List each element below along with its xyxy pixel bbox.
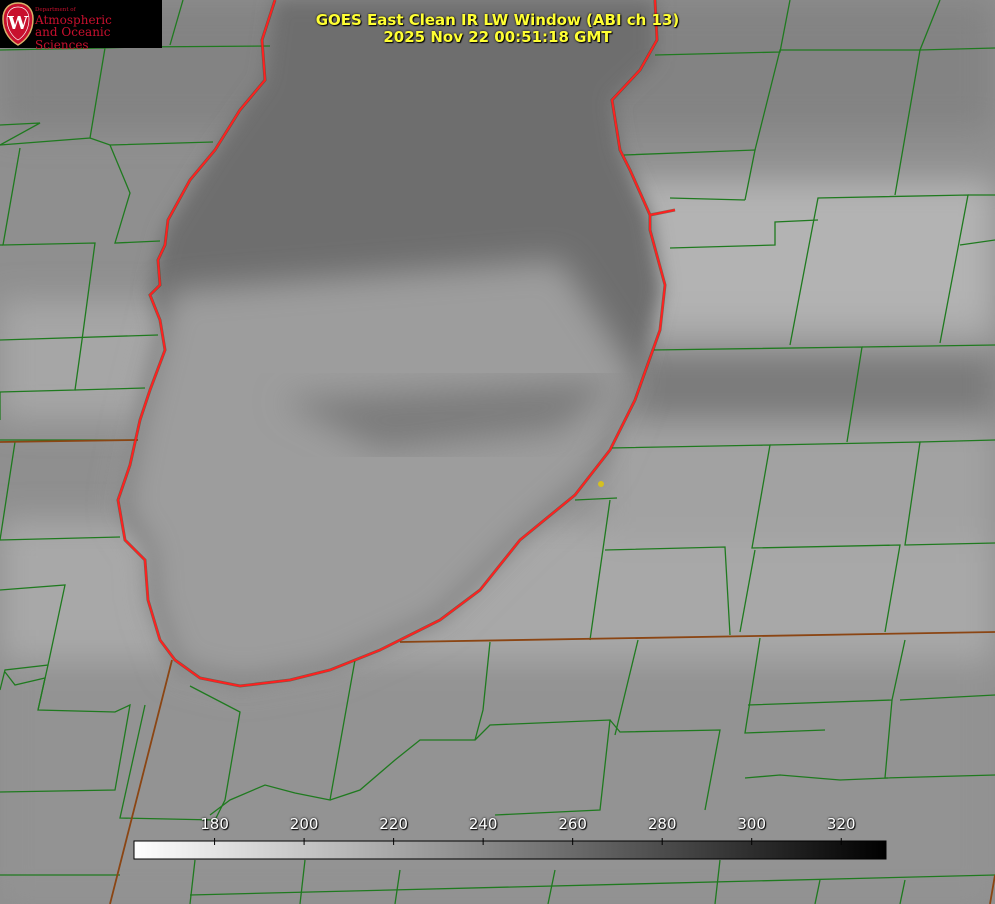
image-title: GOES East Clean IR LW Window (ABI ch 13)… — [0, 12, 995, 46]
colorbar-gradient — [133, 840, 887, 860]
colorbar-tick-label: 240 — [468, 815, 498, 833]
title-timestamp: 2025 Nov 22 00:51:18 GMT — [383, 28, 612, 46]
title-product: GOES East Clean IR LW Window (ABI ch 13) — [315, 11, 680, 29]
colorbar — [133, 838, 887, 860]
colorbar-tick-label: 200 — [289, 815, 319, 833]
colorbar-tick-label: 300 — [737, 815, 767, 833]
colorbar-tick-label: 320 — [826, 815, 856, 833]
colorbar-tick-label: 220 — [379, 815, 408, 833]
colorbar-tick-label: 180 — [200, 815, 229, 833]
colorbar-tick-label: 260 — [558, 815, 587, 833]
colorbar-tick-label: 280 — [647, 815, 677, 833]
location-marker — [598, 481, 604, 487]
satellite-map — [0, 0, 995, 904]
